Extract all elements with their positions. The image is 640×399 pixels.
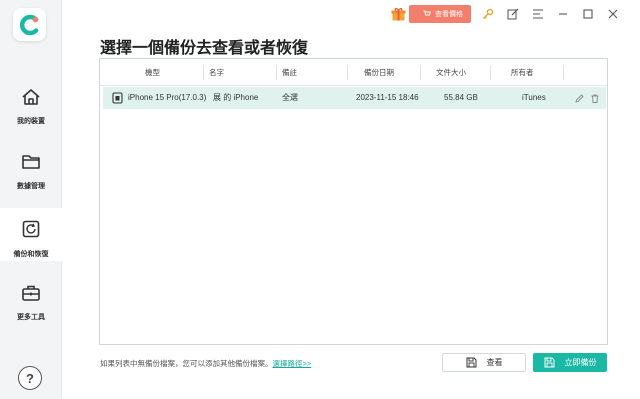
- maximize-icon[interactable]: [581, 7, 595, 21]
- column-divider: [203, 65, 204, 80]
- backup-table: 機型 名字 備註 備份日期 文件大小 所有者 iPhone 15 Pro(17.…: [99, 58, 608, 345]
- row-name: 展 的 iPhone: [213, 93, 259, 102]
- save-icon: [544, 357, 565, 368]
- edit-note-icon[interactable]: [575, 87, 584, 109]
- help-icon: ?: [26, 370, 34, 386]
- row-date: 2023-11-15 18:46: [356, 93, 419, 102]
- column-header-note[interactable]: 備註: [282, 59, 297, 86]
- column-header-size[interactable]: 文件大小: [436, 59, 466, 86]
- sidebar-item-backup-restore[interactable]: 備份和恢復: [0, 208, 62, 261]
- column-header-date[interactable]: 備份日期: [364, 59, 394, 86]
- column-header-name[interactable]: 名字: [209, 59, 224, 86]
- menu-icon[interactable]: [531, 7, 545, 21]
- view-price-button[interactable]: 查看價格: [409, 5, 471, 23]
- view-button[interactable]: 查看: [442, 353, 526, 372]
- choose-path-link[interactable]: 選擇路徑>>: [273, 359, 312, 368]
- column-header-model[interactable]: 機型: [145, 59, 160, 86]
- cart-icon: [423, 10, 431, 18]
- page-title: 選擇一個備份去查看或者恢復: [100, 40, 309, 57]
- column-divider: [276, 65, 277, 80]
- footer-hint: 如果列表中無備份檔案，您可以添加其他備份檔案。選擇路徑>>: [100, 358, 311, 369]
- delete-icon[interactable]: [591, 87, 599, 109]
- close-icon[interactable]: [606, 7, 620, 21]
- column-header-owner[interactable]: 所有者: [511, 59, 534, 86]
- column-divider: [420, 65, 421, 80]
- help-button[interactable]: ?: [18, 366, 42, 390]
- toolbox-icon: [21, 284, 41, 307]
- backup-restore-icon: [21, 219, 41, 244]
- sidebar-item-label: 備份和恢復: [13, 251, 49, 258]
- view-button-label: 查看: [486, 358, 503, 367]
- edit-icon[interactable]: [506, 7, 520, 21]
- column-divider: [347, 65, 348, 80]
- table-row[interactable]: iPhone 15 Pro(17.0.3) 展 的 iPhone 全選 2023…: [103, 87, 606, 109]
- row-note: 全選: [282, 93, 298, 102]
- key-icon[interactable]: [481, 7, 495, 21]
- sidebar-item-label: 我的裝置: [17, 118, 45, 125]
- table-header: 機型 名字 備註 備份日期 文件大小 所有者: [100, 59, 607, 86]
- app-logo-icon: [13, 8, 46, 41]
- sidebar-item-label: 數據管理: [17, 183, 45, 190]
- title-bar-controls: 查看價格: [390, 5, 620, 23]
- sidebar-item-data-management[interactable]: 數據管理: [0, 153, 62, 193]
- save-view-icon: [466, 357, 487, 368]
- row-model: iPhone 15 Pro(17.0.3): [128, 93, 207, 102]
- sidebar: 我的裝置 數據管理 備份和恢復 更多工具 ?: [0, 0, 62, 399]
- minimize-icon[interactable]: [556, 7, 570, 21]
- sidebar-item-my-device[interactable]: 我的裝置: [0, 88, 62, 128]
- home-icon: [21, 88, 41, 111]
- backup-now-label: 立即備份: [564, 358, 597, 367]
- device-icon: [112, 87, 123, 109]
- view-price-label: 查看價格: [435, 11, 463, 18]
- gift-icon[interactable]: [390, 6, 406, 22]
- column-divider: [563, 65, 564, 80]
- row-size: 55.84 GB: [444, 93, 478, 102]
- footer-hint-text: 如果列表中無備份檔案，您可以添加其他備份檔案。: [100, 359, 273, 368]
- row-owner: iTunes: [522, 93, 546, 102]
- sidebar-item-label: 更多工具: [17, 314, 45, 321]
- backup-now-button[interactable]: 立即備份: [533, 353, 607, 372]
- sidebar-item-more-tools[interactable]: 更多工具: [0, 284, 62, 324]
- column-divider: [490, 65, 491, 80]
- folder-icon: [21, 153, 41, 176]
